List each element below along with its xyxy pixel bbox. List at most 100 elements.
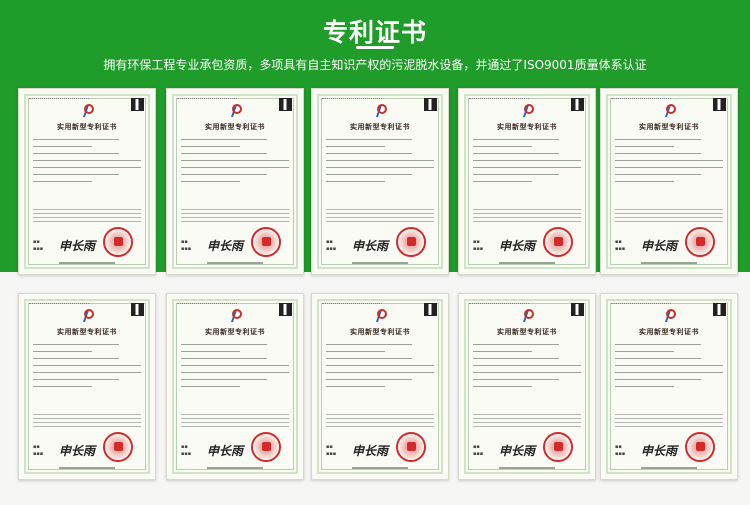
page-subtitle: 拥有环保工程专业承包资质，多项具有自主知识产权的污泥脱水设备，并通过了ISO90… <box>103 58 647 72</box>
qr-code-icon <box>279 303 292 316</box>
patent-certificate: 实用新型专利证书 ▪▪ ▪▪▪ 申长雨 <box>458 293 596 480</box>
patent-office-logo <box>665 104 676 117</box>
qr-code-icon <box>131 98 144 111</box>
signature-label: ▪▪ ▪▪▪ <box>181 239 192 252</box>
qr-code-icon <box>131 303 144 316</box>
certificate-body-text <box>615 209 723 225</box>
certificate-title: 实用新型专利证书 <box>205 123 265 131</box>
patent-office-logo <box>376 309 387 322</box>
patent-office-logo <box>231 104 242 117</box>
signature-label: ▪▪ ▪▪▪ <box>473 239 484 252</box>
patent-office-logo <box>83 104 94 117</box>
qr-code-icon <box>424 303 437 316</box>
certificate-title: 实用新型专利证书 <box>639 123 699 131</box>
patent-certificate: 实用新型专利证书 ▪▪ ▪▪▪ 申长雨 <box>600 293 738 480</box>
qr-code-icon <box>713 98 726 111</box>
certificate-footer <box>59 467 115 469</box>
page-title: 专利证书 <box>322 18 427 47</box>
signature-label: ▪▪ ▪▪▪ <box>615 444 626 457</box>
signature-label: ▪▪ ▪▪▪ <box>181 444 192 457</box>
patent-office-logo <box>523 309 534 322</box>
certificate-title: 实用新型专利证书 <box>350 123 410 131</box>
qr-code-icon <box>571 98 584 111</box>
official-seal-icon <box>543 227 573 257</box>
certificate-title: 实用新型专利证书 <box>639 328 699 336</box>
patent-certificate: 实用新型专利证书 ▪▪ ▪▪▪ 申长雨 <box>311 293 449 480</box>
certificate-details <box>615 139 723 188</box>
certificate-footer <box>207 262 263 264</box>
certificate-body-text <box>473 209 581 225</box>
signature-label: ▪▪ ▪▪▪ <box>326 444 337 457</box>
qr-code-icon <box>424 98 437 111</box>
signature-label: ▪▪ ▪▪▪ <box>615 239 626 252</box>
certificate-body-text <box>33 414 141 430</box>
official-seal-icon <box>251 227 281 257</box>
certificate-details <box>473 139 581 188</box>
certificate-details <box>181 139 289 188</box>
certificate-body-text <box>473 414 581 430</box>
certificate-title: 实用新型专利证书 <box>497 328 557 336</box>
certificate-details <box>181 344 289 393</box>
patent-office-logo <box>523 104 534 117</box>
certificate-footer <box>352 262 408 264</box>
patent-office-logo <box>231 309 242 322</box>
official-seal-icon <box>103 227 133 257</box>
patent-office-logo <box>665 309 676 322</box>
certificate-body-text <box>326 414 434 430</box>
certificate-title: 实用新型专利证书 <box>205 328 265 336</box>
director-signature: 申长雨 <box>499 444 536 458</box>
director-signature: 申长雨 <box>207 444 244 458</box>
patent-office-logo <box>376 104 387 117</box>
certificate-body-text <box>326 209 434 225</box>
director-signature: 申长雨 <box>207 239 244 253</box>
qr-code-icon <box>713 303 726 316</box>
signature-label: ▪▪ ▪▪▪ <box>326 239 337 252</box>
certificate-footer <box>641 262 697 264</box>
director-signature: 申长雨 <box>641 444 678 458</box>
patent-certificate: 实用新型专利证书 ▪▪ ▪▪▪ 申长雨 <box>311 88 449 275</box>
patent-certificate: 实用新型专利证书 ▪▪ ▪▪▪ 申长雨 <box>600 88 738 275</box>
director-signature: 申长雨 <box>499 239 536 253</box>
patent-certificate: 实用新型专利证书 ▪▪ ▪▪▪ 申长雨 <box>166 293 304 480</box>
official-seal-icon <box>396 432 426 462</box>
certificate-body-text <box>33 209 141 225</box>
certificate-details <box>473 344 581 393</box>
official-seal-icon <box>685 227 715 257</box>
patent-certificate: 实用新型专利证书 ▪▪ ▪▪▪ 申长雨 <box>458 88 596 275</box>
patent-certificate: 实用新型专利证书 ▪▪ ▪▪▪ 申长雨 <box>166 88 304 275</box>
director-signature: 申长雨 <box>641 239 678 253</box>
patent-office-logo <box>83 309 94 322</box>
certificate-title: 实用新型专利证书 <box>57 123 117 131</box>
certificate-footer <box>641 467 697 469</box>
certificate-footer <box>59 262 115 264</box>
certificate-footer <box>499 262 555 264</box>
official-seal-icon <box>543 432 573 462</box>
signature-label: ▪▪ ▪▪▪ <box>473 444 484 457</box>
signature-label: ▪▪ ▪▪▪ <box>33 444 44 457</box>
patent-certificate: 实用新型专利证书 ▪▪ ▪▪▪ 申长雨 <box>18 293 156 480</box>
certificate-title: 实用新型专利证书 <box>497 123 557 131</box>
title-underline <box>356 46 394 49</box>
certificate-details <box>326 344 434 393</box>
director-signature: 申长雨 <box>352 444 389 458</box>
director-signature: 申长雨 <box>352 239 389 253</box>
certificate-footer <box>207 467 263 469</box>
director-signature: 申长雨 <box>59 239 96 253</box>
qr-code-icon <box>279 98 292 111</box>
signature-label: ▪▪ ▪▪▪ <box>33 239 44 252</box>
certificate-body-text <box>181 209 289 225</box>
official-seal-icon <box>396 227 426 257</box>
director-signature: 申长雨 <box>59 444 96 458</box>
certificate-details <box>615 344 723 393</box>
official-seal-icon <box>103 432 133 462</box>
certificate-footer <box>352 467 408 469</box>
certificate-details <box>326 139 434 188</box>
official-seal-icon <box>685 432 715 462</box>
certificate-title: 实用新型专利证书 <box>57 328 117 336</box>
certificate-footer <box>499 467 555 469</box>
certificate-details <box>33 139 141 188</box>
certificate-body-text <box>615 414 723 430</box>
official-seal-icon <box>251 432 281 462</box>
certificate-title: 实用新型专利证书 <box>350 328 410 336</box>
patent-certificate: 实用新型专利证书 ▪▪ ▪▪▪ 申长雨 <box>18 88 156 275</box>
